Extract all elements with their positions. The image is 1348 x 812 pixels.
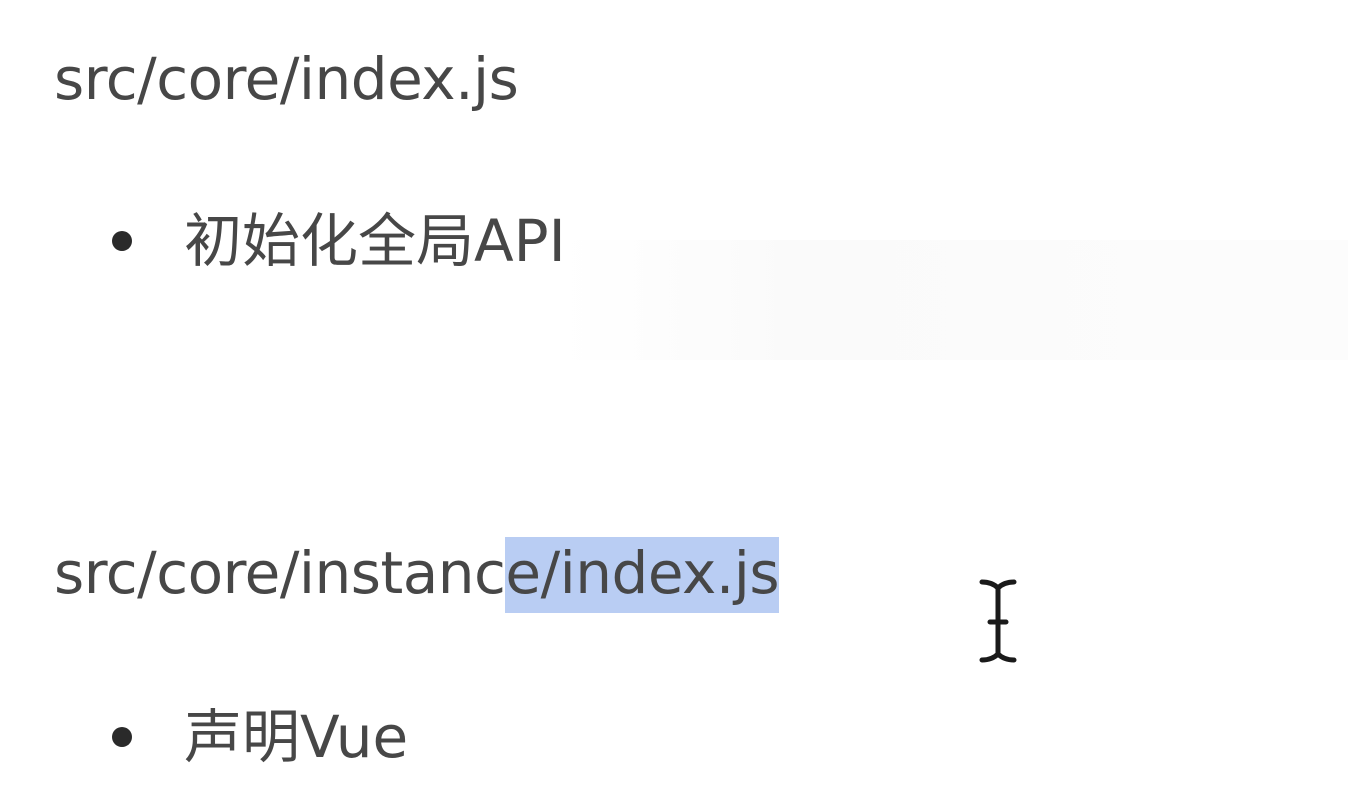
file-path-text: src/core/instanc xyxy=(54,539,506,607)
selected-text[interactable]: e/index.js xyxy=(505,537,780,613)
text-cursor-icon xyxy=(979,579,1017,663)
bullet-dot-icon xyxy=(112,231,132,251)
file-path-heading[interactable]: src/core/index.js xyxy=(54,44,519,114)
bullet-text: 初始化全局API xyxy=(184,207,566,275)
bullet-dot-icon xyxy=(112,727,132,747)
faded-background-text xyxy=(560,240,1348,360)
bullet-list-item[interactable]: 初始化全局API xyxy=(112,206,566,276)
file-path-heading[interactable]: src/core/instance/index.js xyxy=(54,537,780,613)
bullet-text: 声明Vue xyxy=(184,703,409,771)
file-path-text: src/core/index.js xyxy=(54,45,519,113)
bullet-list-item[interactable]: 声明Vue xyxy=(112,702,408,772)
document-canvas[interactable]: src/core/index.js 初始化全局API src/core/inst… xyxy=(0,0,1348,812)
